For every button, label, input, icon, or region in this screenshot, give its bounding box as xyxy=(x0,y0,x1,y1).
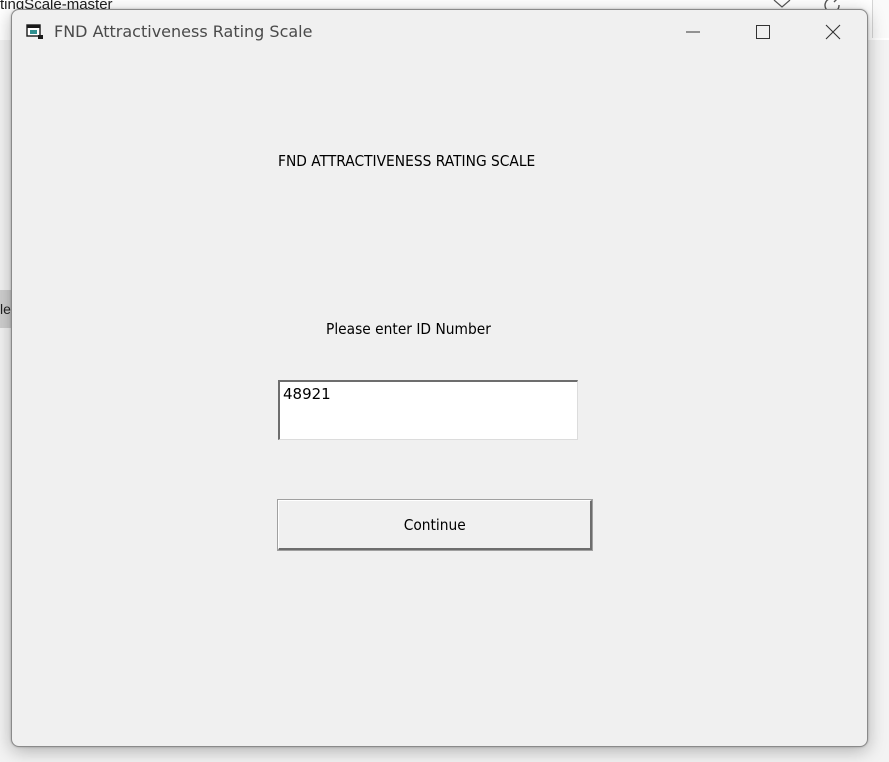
continue-button[interactable]: Continue xyxy=(277,499,593,551)
app-icon xyxy=(26,24,43,39)
window-title: FND Attractiveness Rating Scale xyxy=(54,22,313,41)
maximize-button[interactable] xyxy=(728,10,798,54)
maximize-icon xyxy=(756,25,770,39)
dialog-window: FND Attractiveness Rating Scale FND ATTR… xyxy=(11,9,868,747)
minimize-icon xyxy=(686,31,700,33)
id-prompt-label: Please enter ID Number xyxy=(326,320,491,338)
scale-heading: FND ATTRACTIVENESS RATING SCALE xyxy=(278,152,536,170)
id-number-field[interactable]: 48921 xyxy=(278,380,578,440)
minimize-button[interactable] xyxy=(658,10,728,54)
close-button[interactable] xyxy=(798,10,867,54)
background-window-edge xyxy=(872,0,889,38)
continue-button-label: Continue xyxy=(403,515,466,534)
close-icon xyxy=(825,24,841,40)
title-bar[interactable]: FND Attractiveness Rating Scale xyxy=(12,10,867,54)
